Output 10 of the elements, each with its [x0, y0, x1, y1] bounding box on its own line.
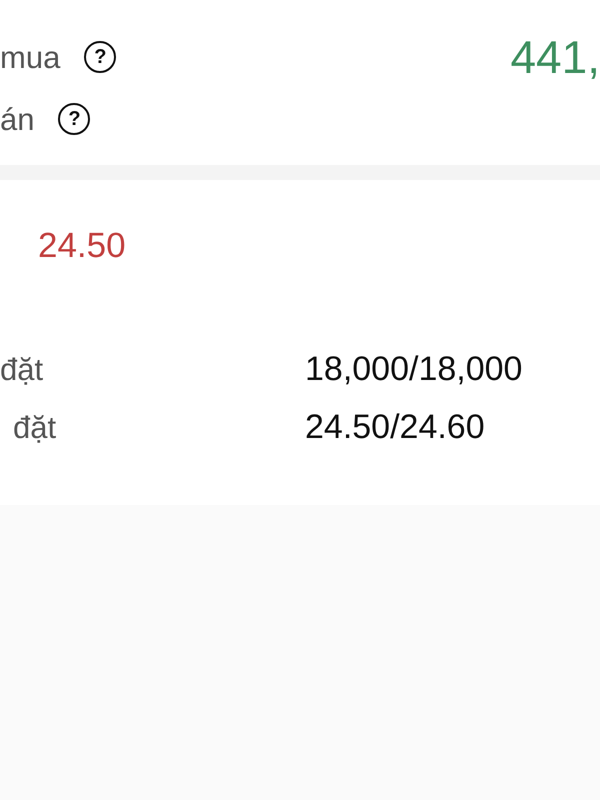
row-value: 24.50/24.60: [305, 410, 485, 444]
price-value: 24.50: [38, 226, 126, 265]
amount-value: 441,: [510, 34, 600, 80]
row-label: đặt: [12, 412, 58, 442]
row-label: đặt: [0, 354, 44, 384]
help-icon[interactable]: ?: [58, 103, 90, 135]
row-label: mua: [0, 42, 60, 72]
row-value: 18,000/18,000: [305, 352, 522, 386]
help-icon[interactable]: ?: [84, 41, 116, 73]
row-label: án: [0, 104, 34, 134]
